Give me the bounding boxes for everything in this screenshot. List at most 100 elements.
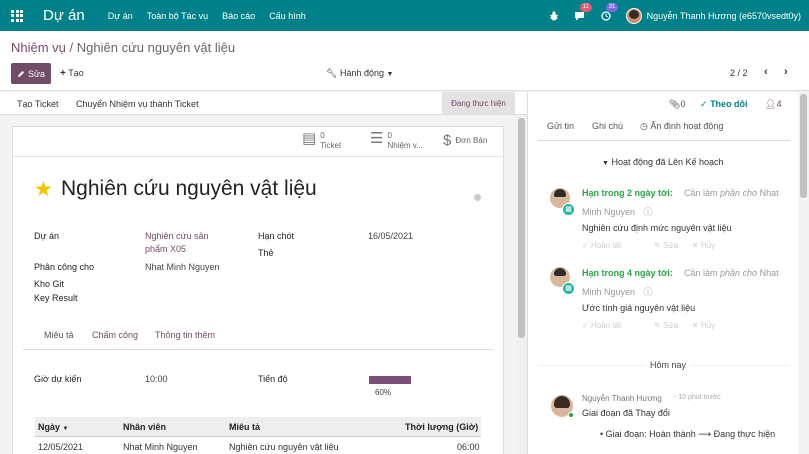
planned-activities-header: Hoạt động đã Lên Kế hoạch (611, 157, 724, 167)
schedule-activity-button[interactable]: ◷ Ấn định hoạt động (640, 121, 723, 132)
message-time: - 10 phút trước (674, 394, 721, 401)
activity-summary: Ước tính giá nguyên vật liệu (582, 303, 696, 313)
follow-label: Theo dõi (710, 99, 748, 109)
progress-label: Tiến độ (258, 374, 288, 384)
tab-description[interactable]: Miêu tả (44, 330, 74, 340)
main-menu: Dự án Toàn bộ Tác vụ Báo cáo Cấu hình (108, 11, 306, 21)
activity-edit-button[interactable]: ✎ Sửa (654, 321, 678, 330)
pager-previous-icon[interactable]: ‹ (764, 66, 768, 78)
form-scrollbar-thumb[interactable] (518, 118, 525, 338)
top-navbar: Dự án Dự án Toàn bộ Tác vụ Báo cáo Cấu h… (0, 0, 809, 31)
menu-item-configuration[interactable]: Cấu hình (269, 11, 306, 21)
subtasks-count: 0 (387, 131, 392, 140)
action-dropdown[interactable]: 🔧︎ Hành động ▼ (326, 68, 393, 79)
sale-order-smart-button[interactable]: $ Đơn Bán (443, 133, 487, 149)
column-employee[interactable]: Nhân viên (123, 422, 166, 432)
chatter-divider (538, 140, 790, 141)
plus-icon: + (60, 68, 66, 79)
app-brand[interactable]: Dự án (43, 7, 85, 24)
assigned-label: Phân công cho (34, 262, 95, 272)
convert-to-ticket-button[interactable]: Chuyển Nhiệm vụ thành Ticket (76, 99, 199, 109)
form-view: ▤ 0 Ticket ☰ 0 Nhiệm v... $ Đơn Bán ★ Nghi… (0, 116, 527, 454)
bug-icon[interactable] (548, 10, 560, 22)
tab-extra-info[interactable]: Thông tin thêm (155, 330, 215, 340)
row-date[interactable]: 12/05/2021 (38, 442, 83, 452)
wrench-icon: 🔧︎ (326, 68, 338, 78)
activity-done-button[interactable]: ✓ Hoàn tất (582, 241, 621, 250)
caret-down-icon: ▼ (602, 160, 609, 167)
row-duration[interactable]: 06:00 (457, 442, 480, 452)
activity-done-button[interactable]: ✓ Hoàn tất (582, 321, 621, 330)
date-separator-today: Hôm nay (646, 360, 691, 370)
attachments-button[interactable]: 📎︎0 (669, 99, 685, 110)
tab-timesheets[interactable]: Chấm công (92, 330, 138, 340)
menu-item-all-tasks[interactable]: Toàn bộ Tác vụ (147, 11, 208, 21)
clock-icon: ◷ (640, 121, 648, 131)
user-avatar[interactable] (625, 7, 642, 24)
tags-label: Thẻ (258, 248, 274, 258)
create-button[interactable]: + Tạo (60, 68, 84, 79)
project-field[interactable]: Nghiên cứu sản phẩm X05 (145, 230, 209, 256)
planned-hours-value[interactable]: 10:00 (145, 374, 168, 384)
menu-item-reporting[interactable]: Báo cáo (222, 11, 255, 21)
send-message-button[interactable]: Gửi tin (547, 121, 574, 131)
project-label: Dự án (34, 231, 60, 241)
user-menu-name[interactable]: Nguyễn Thanh Hương (e6570vsedt0y) (647, 11, 801, 21)
row-description[interactable]: Nghiên cứu nguyên vật liệu (229, 442, 339, 452)
edit-button[interactable]: Sửa (11, 63, 51, 84)
activities-clock-icon[interactable]: 31 (600, 2, 619, 22)
paperclip-icon: 📎︎ (669, 99, 681, 109)
column-duration[interactable]: Thời lượng (Giờ) (405, 422, 478, 432)
activity-type-icon: ▦ (562, 282, 575, 295)
ticket-smart-button[interactable]: ▤ 0 Ticket (302, 131, 341, 151)
planned-activities-toggle[interactable]: ▼ Hoạt động đã Lên Kế hoạch (602, 157, 724, 167)
chatter: 📎︎0 ✓ Theo dõi 👤︎4 Gửi tin Ghi chú ◷ Ấn … (527, 92, 809, 454)
create-ticket-button[interactable]: Tạo Ticket (17, 99, 59, 109)
deadline-field[interactable]: 16/05/2021 (368, 231, 413, 241)
message-author[interactable]: Nguyễn Thanh Hương (582, 394, 662, 403)
progress-value: 60% (375, 388, 392, 397)
apps-menu-icon[interactable] (11, 9, 23, 22)
stage-in-progress[interactable]: Đang thực hiện (442, 92, 515, 114)
follow-button[interactable]: ✓ Theo dõi (700, 99, 748, 110)
form-statusbar: Tạo Ticket Chuyển Nhiệm vụ thành Ticket … (0, 92, 527, 115)
subtasks-smart-button[interactable]: ☰ 0 Nhiệm v... (370, 131, 423, 151)
project-value-line2: phẩm X05 (145, 244, 187, 254)
column-description[interactable]: Miêu tả (229, 422, 260, 432)
git-repo-label: Kho Git (34, 279, 65, 289)
edit-button-label: Sửa (27, 68, 46, 79)
column-date[interactable]: Ngày ▼ (38, 422, 68, 432)
pager-value[interactable]: 2 / 2 (730, 68, 748, 78)
info-circle-icon: ⓘ (643, 207, 653, 217)
activity-cancel-button[interactable]: ✕ Hủy (692, 241, 715, 250)
chatter-scrollbar-thumb[interactable] (800, 94, 807, 198)
tasks-icon: ☰ (370, 130, 384, 147)
activity-edit-button[interactable]: ✎ Sửa (654, 241, 678, 250)
kanban-state-dot[interactable] (474, 194, 481, 201)
breadcrumb-parent[interactable]: Nhiệm vụ (11, 40, 66, 55)
messages-icon[interactable]: 11 (574, 2, 592, 22)
row-employee[interactable]: Nhat Minh Nguyen (123, 442, 198, 452)
navbar-systray: 11 31 Nguyễn Thanh Hương (e6570vsedt0y) (548, 0, 809, 31)
online-status-dot (568, 412, 574, 418)
key-result-label: Key Result (34, 293, 78, 303)
sort-caret-icon: ▼ (62, 426, 69, 432)
activity-cancel-button[interactable]: ✕ Hủy (692, 321, 715, 330)
activity-type-icon: ▦ (562, 203, 575, 216)
smart-buttons-box: ▤ 0 Ticket ☰ 0 Nhiệm v... $ Đơn Bán (13, 127, 503, 157)
followers-button[interactable]: 👤︎4 (765, 99, 781, 110)
sale-order-label: Đơn Bán (455, 136, 488, 145)
task-title[interactable]: Nghiên cứu nguyên vật liệu (61, 177, 317, 201)
activity-meta: Cần làm phần cho Nhat (684, 268, 779, 278)
ticket-label: Ticket (320, 141, 342, 150)
assigned-field[interactable]: Nhat Minh Nguyen (145, 262, 220, 272)
ticket-icon: ▤ (302, 130, 317, 147)
activity-summary: Nghiên cứu định mức nguyên vật liệu (582, 223, 732, 233)
pager-next-icon[interactable]: › (784, 66, 788, 78)
priority-star-icon[interactable]: ★ (34, 177, 53, 202)
pencil-icon (17, 70, 24, 77)
chatter-scrollbar[interactable] (798, 92, 809, 454)
form-scrollbar[interactable] (516, 116, 527, 454)
log-note-button[interactable]: Ghi chú (592, 121, 623, 131)
menu-item-projects[interactable]: Dự án (108, 11, 133, 21)
